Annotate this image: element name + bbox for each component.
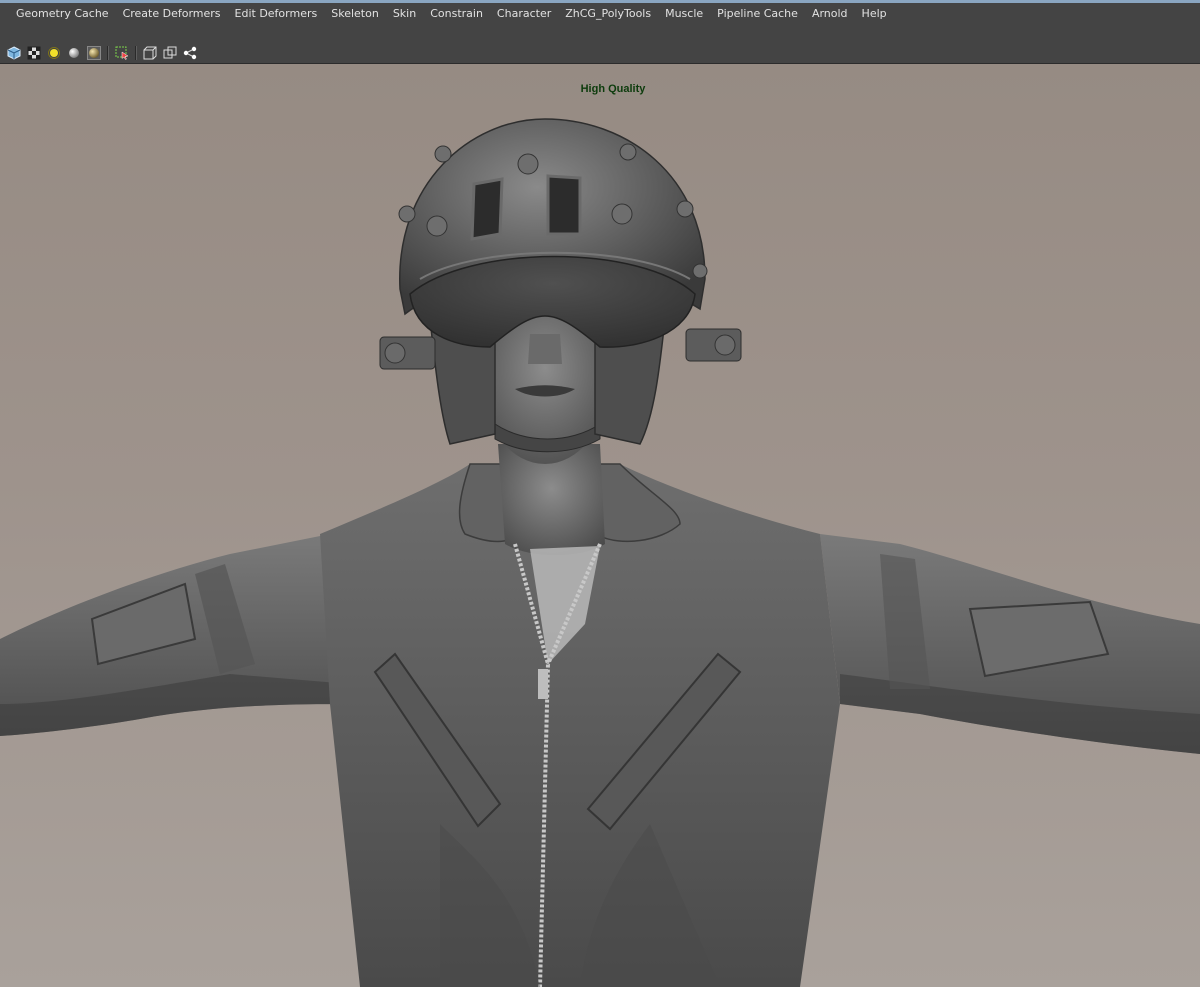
helmet-vent-right: [546, 174, 582, 236]
menu-arnold[interactable]: Arnold: [805, 3, 855, 25]
menu-bar: Geometry Cache Create Deformers Edit Def…: [0, 3, 1200, 25]
viewport-toolbar: [0, 42, 1200, 64]
menu-create-deformers[interactable]: Create Deformers: [116, 3, 228, 25]
sphere-light-icon[interactable]: [66, 45, 82, 61]
character-model-render: [0, 118, 1200, 987]
menu-constrain[interactable]: Constrain: [423, 3, 490, 25]
material-ball-icon[interactable]: [86, 45, 102, 61]
node-graph-icon[interactable]: [182, 45, 198, 61]
menu-muscle[interactable]: Muscle: [658, 3, 710, 25]
menu-character[interactable]: Character: [490, 3, 558, 25]
menu-help[interactable]: Help: [855, 3, 894, 25]
menu-pipeline-cache[interactable]: Pipeline Cache: [710, 3, 805, 25]
menu-edit-deformers[interactable]: Edit Deformers: [228, 3, 325, 25]
helmet-vent-left: [470, 177, 504, 241]
xray-icon[interactable]: [162, 45, 178, 61]
nose: [528, 334, 562, 364]
toolbar-separator: [107, 45, 109, 60]
default-light-icon[interactable]: [46, 45, 62, 61]
viewport-3d[interactable]: High Quality: [0, 64, 1200, 987]
renderer-quality-label: High Quality: [580, 83, 646, 95]
zipper-pull: [538, 669, 548, 699]
shelf-area: [0, 25, 1200, 42]
menu-zhcg-polytools[interactable]: ZhCG_PolyTools: [558, 3, 658, 25]
wireframe-cube-icon[interactable]: [142, 45, 158, 61]
menu-geometry-cache[interactable]: Geometry Cache: [9, 3, 116, 25]
menu-skin[interactable]: Skin: [386, 3, 423, 25]
toolbar-separator: [135, 45, 137, 60]
shaded-cube-icon[interactable]: [6, 45, 22, 61]
menu-skeleton[interactable]: Skeleton: [324, 3, 386, 25]
isolate-select-icon[interactable]: [114, 45, 130, 61]
textured-checker-icon[interactable]: [26, 45, 42, 61]
